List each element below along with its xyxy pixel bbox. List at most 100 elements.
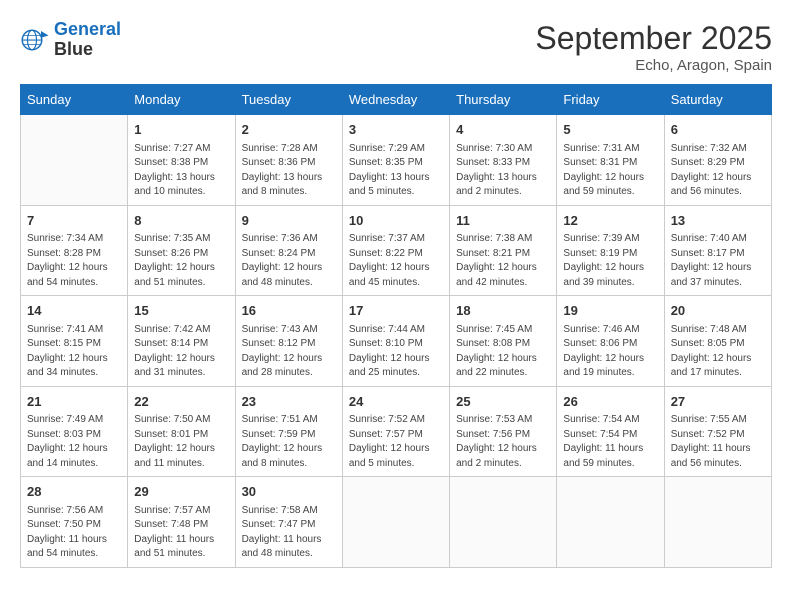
day-info: Sunrise: 7:28 AM Sunset: 8:36 PM Dayligh… [242, 142, 336, 200]
day-info: Sunrise: 7:44 AM Sunset: 8:10 PM Dayligh… [349, 323, 443, 381]
calendar-cell: 22Sunrise: 7:50 AM Sunset: 8:01 PM Dayli… [128, 386, 235, 477]
calendar-cell [664, 477, 771, 568]
day-number: 12 [563, 211, 657, 231]
day-info: Sunrise: 7:38 AM Sunset: 8:21 PM Dayligh… [456, 232, 550, 290]
month-title: September 2025 [535, 20, 772, 57]
day-number: 29 [134, 482, 228, 502]
day-info: Sunrise: 7:55 AM Sunset: 7:52 PM Dayligh… [671, 413, 765, 471]
day-number: 26 [563, 392, 657, 412]
calendar-cell: 19Sunrise: 7:46 AM Sunset: 8:06 PM Dayli… [557, 296, 664, 387]
day-number: 20 [671, 301, 765, 321]
day-info: Sunrise: 7:40 AM Sunset: 8:17 PM Dayligh… [671, 232, 765, 290]
logo-icon [20, 25, 50, 55]
day-number: 9 [242, 211, 336, 231]
day-number: 2 [242, 120, 336, 140]
day-number: 30 [242, 482, 336, 502]
calendar-cell: 4Sunrise: 7:30 AM Sunset: 8:33 PM Daylig… [450, 115, 557, 206]
calendar-cell: 23Sunrise: 7:51 AM Sunset: 7:59 PM Dayli… [235, 386, 342, 477]
calendar-cell: 11Sunrise: 7:38 AM Sunset: 8:21 PM Dayli… [450, 205, 557, 296]
day-number: 5 [563, 120, 657, 140]
calendar-week-4: 21Sunrise: 7:49 AM Sunset: 8:03 PM Dayli… [21, 386, 772, 477]
day-info: Sunrise: 7:34 AM Sunset: 8:28 PM Dayligh… [27, 232, 121, 290]
calendar-cell: 28Sunrise: 7:56 AM Sunset: 7:50 PM Dayli… [21, 477, 128, 568]
calendar-cell: 15Sunrise: 7:42 AM Sunset: 8:14 PM Dayli… [128, 296, 235, 387]
day-info: Sunrise: 7:49 AM Sunset: 8:03 PM Dayligh… [27, 413, 121, 471]
day-number: 22 [134, 392, 228, 412]
calendar-week-2: 7Sunrise: 7:34 AM Sunset: 8:28 PM Daylig… [21, 205, 772, 296]
calendar-week-1: 1Sunrise: 7:27 AM Sunset: 8:38 PM Daylig… [21, 115, 772, 206]
day-info: Sunrise: 7:39 AM Sunset: 8:19 PM Dayligh… [563, 232, 657, 290]
day-info: Sunrise: 7:56 AM Sunset: 7:50 PM Dayligh… [27, 504, 121, 562]
day-info: Sunrise: 7:46 AM Sunset: 8:06 PM Dayligh… [563, 323, 657, 381]
day-info: Sunrise: 7:29 AM Sunset: 8:35 PM Dayligh… [349, 142, 443, 200]
day-number: 13 [671, 211, 765, 231]
day-number: 7 [27, 211, 121, 231]
weekday-header-sunday: Sunday [21, 85, 128, 115]
calendar-table: SundayMondayTuesdayWednesdayThursdayFrid… [20, 84, 772, 568]
calendar-cell: 21Sunrise: 7:49 AM Sunset: 8:03 PM Dayli… [21, 386, 128, 477]
day-number: 4 [456, 120, 550, 140]
location: Echo, Aragon, Spain [535, 57, 772, 74]
calendar-cell: 14Sunrise: 7:41 AM Sunset: 8:15 PM Dayli… [21, 296, 128, 387]
calendar-cell: 1Sunrise: 7:27 AM Sunset: 8:38 PM Daylig… [128, 115, 235, 206]
day-info: Sunrise: 7:42 AM Sunset: 8:14 PM Dayligh… [134, 323, 228, 381]
day-number: 28 [27, 482, 121, 502]
day-info: Sunrise: 7:58 AM Sunset: 7:47 PM Dayligh… [242, 504, 336, 562]
weekday-header-row: SundayMondayTuesdayWednesdayThursdayFrid… [21, 85, 772, 115]
calendar-week-5: 28Sunrise: 7:56 AM Sunset: 7:50 PM Dayli… [21, 477, 772, 568]
calendar-cell: 5Sunrise: 7:31 AM Sunset: 8:31 PM Daylig… [557, 115, 664, 206]
day-number: 23 [242, 392, 336, 412]
day-info: Sunrise: 7:37 AM Sunset: 8:22 PM Dayligh… [349, 232, 443, 290]
calendar-cell: 16Sunrise: 7:43 AM Sunset: 8:12 PM Dayli… [235, 296, 342, 387]
day-number: 17 [349, 301, 443, 321]
calendar-cell: 29Sunrise: 7:57 AM Sunset: 7:48 PM Dayli… [128, 477, 235, 568]
calendar-cell: 2Sunrise: 7:28 AM Sunset: 8:36 PM Daylig… [235, 115, 342, 206]
day-info: Sunrise: 7:35 AM Sunset: 8:26 PM Dayligh… [134, 232, 228, 290]
calendar-cell: 17Sunrise: 7:44 AM Sunset: 8:10 PM Dayli… [342, 296, 449, 387]
calendar-cell: 24Sunrise: 7:52 AM Sunset: 7:57 PM Dayli… [342, 386, 449, 477]
day-number: 19 [563, 301, 657, 321]
day-number: 16 [242, 301, 336, 321]
calendar-cell: 25Sunrise: 7:53 AM Sunset: 7:56 PM Dayli… [450, 386, 557, 477]
calendar-cell: 26Sunrise: 7:54 AM Sunset: 7:54 PM Dayli… [557, 386, 664, 477]
calendar-cell: 13Sunrise: 7:40 AM Sunset: 8:17 PM Dayli… [664, 205, 771, 296]
weekday-header-wednesday: Wednesday [342, 85, 449, 115]
calendar-cell: 7Sunrise: 7:34 AM Sunset: 8:28 PM Daylig… [21, 205, 128, 296]
calendar-cell [450, 477, 557, 568]
calendar-cell: 8Sunrise: 7:35 AM Sunset: 8:26 PM Daylig… [128, 205, 235, 296]
calendar-cell: 30Sunrise: 7:58 AM Sunset: 7:47 PM Dayli… [235, 477, 342, 568]
day-number: 11 [456, 211, 550, 231]
day-info: Sunrise: 7:30 AM Sunset: 8:33 PM Dayligh… [456, 142, 550, 200]
logo-text: General Blue [54, 20, 121, 60]
day-number: 1 [134, 120, 228, 140]
day-info: Sunrise: 7:51 AM Sunset: 7:59 PM Dayligh… [242, 413, 336, 471]
day-number: 24 [349, 392, 443, 412]
day-info: Sunrise: 7:41 AM Sunset: 8:15 PM Dayligh… [27, 323, 121, 381]
calendar-cell: 9Sunrise: 7:36 AM Sunset: 8:24 PM Daylig… [235, 205, 342, 296]
day-info: Sunrise: 7:27 AM Sunset: 8:38 PM Dayligh… [134, 142, 228, 200]
day-number: 14 [27, 301, 121, 321]
weekday-header-tuesday: Tuesday [235, 85, 342, 115]
day-info: Sunrise: 7:52 AM Sunset: 7:57 PM Dayligh… [349, 413, 443, 471]
day-info: Sunrise: 7:48 AM Sunset: 8:05 PM Dayligh… [671, 323, 765, 381]
title-block: September 2025 Echo, Aragon, Spain [535, 20, 772, 74]
calendar-cell: 20Sunrise: 7:48 AM Sunset: 8:05 PM Dayli… [664, 296, 771, 387]
day-info: Sunrise: 7:36 AM Sunset: 8:24 PM Dayligh… [242, 232, 336, 290]
calendar-cell [21, 115, 128, 206]
day-info: Sunrise: 7:32 AM Sunset: 8:29 PM Dayligh… [671, 142, 765, 200]
weekday-header-monday: Monday [128, 85, 235, 115]
day-number: 18 [456, 301, 550, 321]
weekday-header-thursday: Thursday [450, 85, 557, 115]
calendar-cell: 3Sunrise: 7:29 AM Sunset: 8:35 PM Daylig… [342, 115, 449, 206]
day-number: 10 [349, 211, 443, 231]
day-info: Sunrise: 7:45 AM Sunset: 8:08 PM Dayligh… [456, 323, 550, 381]
calendar-cell [342, 477, 449, 568]
day-number: 3 [349, 120, 443, 140]
calendar-cell: 10Sunrise: 7:37 AM Sunset: 8:22 PM Dayli… [342, 205, 449, 296]
day-info: Sunrise: 7:57 AM Sunset: 7:48 PM Dayligh… [134, 504, 228, 562]
day-number: 21 [27, 392, 121, 412]
calendar-cell: 6Sunrise: 7:32 AM Sunset: 8:29 PM Daylig… [664, 115, 771, 206]
day-number: 27 [671, 392, 765, 412]
weekday-header-friday: Friday [557, 85, 664, 115]
day-number: 25 [456, 392, 550, 412]
